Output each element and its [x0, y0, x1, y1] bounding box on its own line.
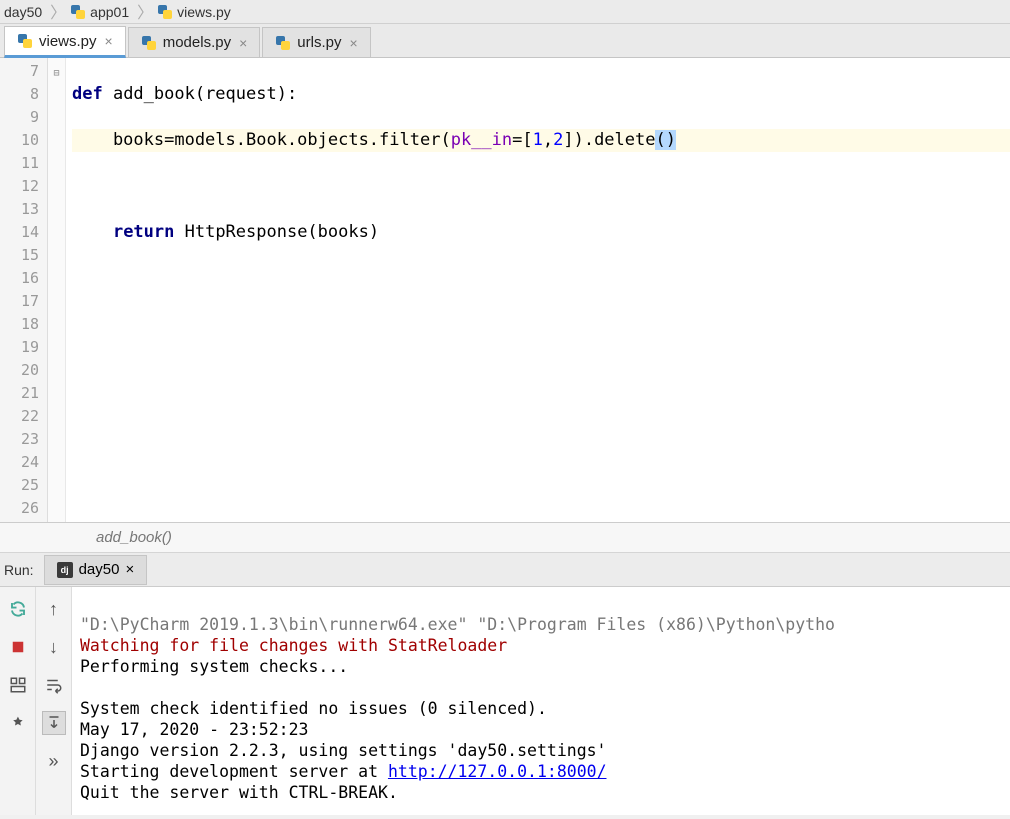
python-file-icon [17, 33, 33, 49]
breadcrumb-item[interactable]: views.py [157, 4, 231, 20]
breadcrumb-item[interactable]: day50 [4, 4, 42, 20]
stop-icon[interactable] [6, 635, 30, 659]
soft-wrap-icon[interactable] [42, 673, 66, 697]
python-file-icon [141, 35, 157, 51]
tab-label: urls.py [297, 34, 341, 51]
console-toolbar-left [0, 587, 36, 815]
more-icon[interactable]: » [42, 749, 66, 773]
tab-urls[interactable]: urls.py × [262, 27, 370, 57]
close-icon[interactable]: × [349, 35, 357, 51]
run-config-tab[interactable]: dj day50 × [44, 555, 148, 585]
console-toolbar-inner: ↑ ↓ » [36, 587, 72, 815]
run-label: Run: [0, 562, 44, 578]
console-output[interactable]: "D:\PyCharm 2019.1.3\bin\runnerw64.exe" … [72, 587, 1010, 815]
code-area[interactable]: def add_book(request): books=models.Book… [66, 58, 1010, 522]
code-editor[interactable]: 7891011121314151617181920212223242526 ⊟ … [0, 58, 1010, 523]
chevron-right-icon: 〉 [50, 0, 66, 23]
context-label: add_book() [96, 529, 172, 546]
editor-context-bar: add_book() [0, 523, 1010, 553]
close-icon[interactable]: × [105, 33, 113, 49]
breadcrumb-item[interactable]: app01 [70, 4, 129, 20]
tab-views[interactable]: views.py × [4, 26, 126, 58]
fold-column: ⊟ [48, 58, 66, 522]
editor-tabbar: views.py × models.py × urls.py × [0, 24, 1010, 58]
scroll-to-end-icon[interactable] [42, 711, 66, 735]
close-icon[interactable]: × [125, 561, 134, 578]
folder-label: app01 [90, 4, 129, 20]
tab-label: views.py [39, 33, 97, 50]
file-label: views.py [177, 4, 231, 20]
line-gutter: 7891011121314151617181920212223242526 [0, 58, 48, 522]
server-url-link[interactable]: http://127.0.0.1:8000/ [388, 762, 607, 781]
close-icon[interactable]: × [239, 35, 247, 51]
tab-models[interactable]: models.py × [128, 27, 261, 57]
python-file-icon [157, 4, 173, 20]
django-icon: dj [57, 562, 73, 578]
tab-label: models.py [163, 34, 231, 51]
chevron-right-icon: 〉 [137, 0, 153, 23]
folder-icon [70, 4, 86, 20]
run-toolbar: Run: dj day50 × [0, 553, 1010, 587]
run-tab-label: day50 [79, 561, 120, 578]
breadcrumb: day50 〉 app01 〉 views.py [0, 0, 1010, 24]
pin-icon[interactable] [6, 711, 30, 735]
arrow-up-icon[interactable]: ↑ [42, 597, 66, 621]
run-console: ↑ ↓ » "D:\PyCharm 2019.1.3\bin\runnerw64… [0, 587, 1010, 815]
python-file-icon [275, 35, 291, 51]
arrow-down-icon[interactable]: ↓ [42, 635, 66, 659]
layout-icon[interactable] [6, 673, 30, 697]
rerun-icon[interactable] [6, 597, 30, 621]
folder-label: day50 [4, 4, 42, 20]
